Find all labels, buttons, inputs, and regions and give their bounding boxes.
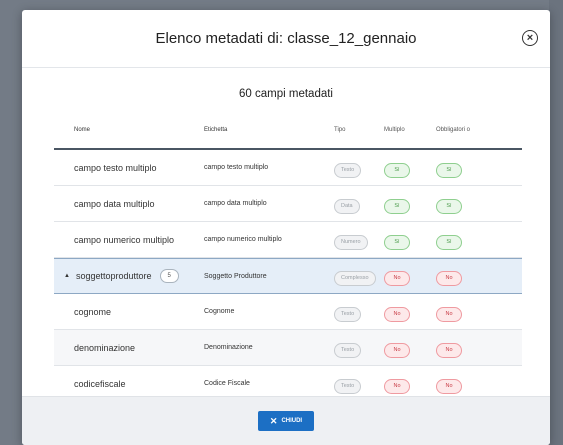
type-badge: Data	[334, 198, 360, 214]
table-row-expanded[interactable]: ▲ soggettoproduttore 5 Soggetto Produtto…	[54, 258, 522, 294]
multiple-badge: Sì	[384, 234, 410, 250]
field-label: Codice Fiscale	[204, 380, 250, 387]
field-name: campo data multiplo	[74, 198, 155, 209]
subfield-count-badge: 5	[159, 269, 179, 283]
header-etichetta: Etichetta	[204, 127, 228, 133]
close-x-icon: ✕	[269, 415, 278, 426]
background-right-edge	[549, 0, 563, 445]
required-badge: No	[436, 342, 462, 358]
header-nome: Nome	[74, 127, 91, 133]
type-badge: Testo	[334, 162, 362, 178]
required-badge: No	[436, 306, 462, 322]
table-row: campo testo multiplo campo testo multipl…	[54, 150, 522, 186]
modal-title: Elenco metadati di: classe_12_gennaio	[155, 30, 417, 47]
multiple-badge: Sì	[384, 198, 410, 214]
table-row: denominazione Denominazione Testo No No	[54, 330, 522, 366]
multiple-badge: No	[384, 342, 410, 358]
close-button[interactable]: ✕ CHIUDI	[257, 411, 315, 431]
field-name: denominazione	[74, 342, 136, 353]
required-badge: Sì	[436, 162, 462, 178]
field-label: campo data multiplo	[204, 200, 267, 207]
modal-footer: ✕ CHIUDI	[22, 396, 550, 445]
type-badge: Complesso	[334, 271, 376, 286]
type-badge: Numero	[334, 234, 368, 250]
multiple-badge: Sì	[384, 162, 410, 178]
required-badge: Sì	[436, 198, 462, 214]
close-icon-glyph: ×	[526, 31, 534, 44]
header-multiplo: Multiplo	[384, 127, 405, 133]
metadata-modal: Elenco metadati di: classe_12_gennaio × …	[22, 10, 550, 445]
table-row: cognome Cognome Testo No No	[54, 294, 522, 330]
field-label: Soggetto Produttore	[204, 272, 267, 280]
table-header: Nome Etichetta Tipo Multiplo Obbligatori…	[54, 112, 522, 150]
field-label: campo numerico multiplo	[204, 236, 282, 243]
required-badge: No	[436, 378, 462, 394]
field-name: campo testo multiplo	[74, 162, 157, 173]
metadata-table: Nome Etichetta Tipo Multiplo Obbligatori…	[54, 112, 522, 402]
close-button-label: CHIUDI	[281, 418, 303, 424]
field-name-cell: ▲ soggettoproduttore 5	[54, 269, 204, 283]
type-badge: Testo	[334, 378, 362, 394]
field-label: Cognome	[204, 308, 235, 315]
header-obbligatorio: Obbligatori o	[436, 126, 471, 133]
field-name: soggettoproduttore	[75, 271, 152, 281]
field-name: campo numerico multiplo	[74, 234, 175, 245]
multiple-badge: No	[384, 271, 410, 286]
modal-header: Elenco metadati di: classe_12_gennaio ×	[22, 10, 550, 68]
field-name: cognome	[74, 306, 112, 317]
table-row: campo numerico multiplo campo numerico m…	[54, 222, 522, 258]
field-name: codicefiscale	[74, 378, 126, 389]
fields-count-title: 60 campi metadati	[239, 88, 333, 100]
required-badge: No	[436, 271, 462, 286]
close-icon[interactable]: ×	[522, 30, 538, 46]
header-tipo: Tipo	[334, 127, 346, 133]
table-row: campo data multiplo campo data multiplo …	[54, 186, 522, 222]
caret-up-icon[interactable]: ▲	[64, 273, 70, 279]
type-badge: Testo	[334, 342, 362, 358]
multiple-badge: No	[384, 306, 410, 322]
field-label: Denominazione	[204, 344, 253, 351]
required-badge: Sì	[436, 234, 462, 250]
field-label: campo testo multiplo	[204, 164, 269, 171]
multiple-badge: No	[384, 378, 410, 394]
type-badge: Testo	[334, 306, 362, 322]
